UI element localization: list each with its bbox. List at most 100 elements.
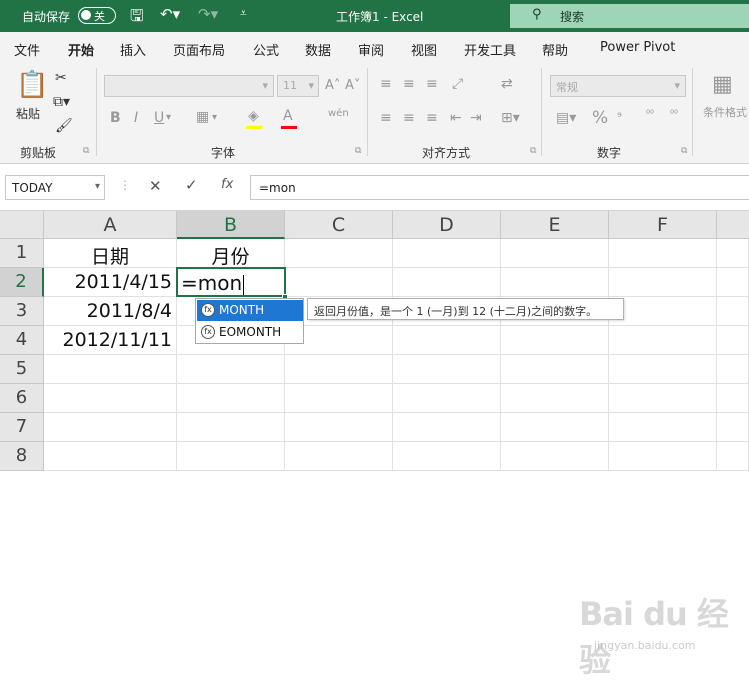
grid-cell[interactable] — [717, 442, 749, 471]
cell-a2[interactable]: 2011/4/15 — [44, 268, 177, 297]
paste-icon[interactable]: 📋 — [16, 70, 48, 100]
align-middle-icon[interactable]: ≡ — [403, 76, 415, 92]
insert-function-icon[interactable]: fx — [221, 177, 233, 192]
autocomplete-item-eomonth[interactable]: fx EOMONTH — [197, 322, 303, 343]
increase-decimal-icon[interactable]: ⁰⁰ — [646, 109, 654, 120]
tab-formulas[interactable]: 公式 — [253, 40, 279, 59]
phonetic-icon[interactable]: wén — [328, 108, 349, 119]
tab-insert[interactable]: 插入 — [120, 40, 146, 59]
column-header-a[interactable]: A — [44, 211, 177, 239]
tab-review[interactable]: 审阅 — [358, 40, 384, 59]
align-right-icon[interactable]: ≡ — [426, 110, 438, 126]
grid-cell[interactable] — [44, 384, 177, 413]
grid-cell[interactable] — [393, 355, 501, 384]
grid-cell[interactable] — [501, 326, 609, 355]
grid-cell[interactable] — [285, 413, 393, 442]
grid-cell[interactable] — [717, 268, 749, 297]
borders-icon[interactable]: ▦ — [196, 109, 209, 125]
bold-icon[interactable]: B — [110, 110, 121, 126]
grid-cell[interactable] — [501, 268, 609, 297]
number-launcher-icon[interactable]: ⧉ — [681, 146, 687, 156]
grid-cell[interactable] — [285, 442, 393, 471]
grid-cell[interactable] — [717, 326, 749, 355]
autosave-toggle[interactable]: 关 — [78, 7, 116, 24]
grid-cell[interactable] — [609, 413, 717, 442]
alignment-launcher-icon[interactable]: ⧉ — [530, 146, 536, 156]
orientation-icon[interactable]: ⤢ — [452, 76, 463, 92]
grid-cell[interactable] — [393, 268, 501, 297]
row-header-2[interactable]: 2 — [0, 268, 44, 297]
enter-icon[interactable]: ✓ — [185, 176, 198, 194]
grid-cell[interactable] — [717, 413, 749, 442]
drag-handle-icon[interactable]: ⋮ — [119, 178, 131, 192]
row-header-8[interactable]: 8 — [0, 442, 44, 471]
grid-cell[interactable] — [609, 326, 717, 355]
row-header-3[interactable]: 3 — [0, 297, 44, 326]
align-center-icon[interactable]: ≡ — [403, 110, 415, 126]
tab-view[interactable]: 视图 — [411, 40, 437, 59]
tab-home[interactable]: 开始 — [68, 40, 95, 65]
cell-a4[interactable]: 2012/11/11 — [44, 326, 177, 355]
tab-data[interactable]: 数据 — [305, 40, 331, 59]
chevron-down-icon[interactable]: ▾ — [212, 112, 217, 123]
grid-cell[interactable] — [393, 239, 501, 268]
grid-cell[interactable] — [609, 355, 717, 384]
row-header-6[interactable]: 6 — [0, 384, 44, 413]
undo-icon[interactable]: ↶▾ — [160, 5, 180, 23]
cut-icon[interactable]: ✂ — [55, 70, 67, 86]
decrease-indent-icon[interactable]: ⇤ — [450, 110, 462, 126]
grid-cell[interactable] — [501, 442, 609, 471]
merge-center-icon[interactable]: ⊞▾ — [501, 110, 520, 126]
grid-cell[interactable] — [609, 442, 717, 471]
grid-cell[interactable] — [44, 355, 177, 384]
formula-input[interactable]: =mon — [250, 175, 749, 200]
font-launcher-icon[interactable]: ⧉ — [355, 146, 361, 156]
grid-cell[interactable] — [717, 239, 749, 268]
cell-a3[interactable]: 2011/8/4 — [44, 297, 177, 326]
column-header-e[interactable]: E — [501, 211, 609, 239]
grid-cell[interactable] — [285, 384, 393, 413]
copy-icon[interactable]: ⧉▾ — [53, 94, 70, 110]
active-cell-b2[interactable]: =mon — [176, 267, 286, 297]
font-size-dropdown[interactable]: 11 ▾ — [277, 75, 319, 97]
accounting-format-icon[interactable]: ▤▾ — [556, 110, 576, 126]
align-left-icon[interactable]: ≡ — [380, 110, 392, 126]
grid-cell[interactable] — [285, 239, 393, 268]
grid-cell[interactable] — [285, 355, 393, 384]
grid-cell[interactable] — [177, 442, 285, 471]
column-header-c[interactable]: C — [285, 211, 393, 239]
decrease-font-icon[interactable]: A˅ — [345, 78, 360, 93]
name-box[interactable]: TODAY ▾ — [5, 175, 105, 200]
tab-page-layout[interactable]: 页面布局 — [173, 40, 225, 59]
grid-cell[interactable] — [717, 355, 749, 384]
increase-font-icon[interactable]: A˄ — [325, 78, 340, 93]
customize-toolbar-icon[interactable]: ⩡ — [240, 6, 247, 21]
number-format-dropdown[interactable]: 常规 ▾ — [550, 75, 686, 97]
grid-cell[interactable] — [44, 442, 177, 471]
column-header-d[interactable]: D — [393, 211, 501, 239]
align-bottom-icon[interactable]: ≡ — [426, 76, 438, 92]
comma-style-icon[interactable]: ⁹ — [617, 110, 622, 124]
row-header-4[interactable]: 4 — [0, 326, 44, 355]
italic-icon[interactable]: I — [134, 110, 138, 126]
grid-cell[interactable] — [393, 442, 501, 471]
grid-cell[interactable] — [177, 413, 285, 442]
increase-indent-icon[interactable]: ⇥ — [470, 110, 482, 126]
tab-help[interactable]: 帮助 — [542, 40, 568, 59]
save-icon[interactable]: 🖫 — [130, 5, 144, 32]
grid-cell[interactable] — [177, 355, 285, 384]
autocomplete-item-month[interactable]: fx MONTH — [197, 300, 303, 321]
chevron-down-icon[interactable]: ▾ — [166, 112, 171, 123]
tab-developer[interactable]: 开发工具 — [464, 40, 516, 59]
tab-file[interactable]: 文件 — [14, 40, 40, 59]
grid-cell[interactable] — [609, 297, 717, 326]
grid-cell[interactable] — [44, 413, 177, 442]
select-all-corner[interactable] — [0, 211, 44, 239]
grid-cell[interactable] — [393, 413, 501, 442]
tab-power-pivot[interactable]: Power Pivot — [600, 40, 675, 55]
align-top-icon[interactable]: ≡ — [380, 76, 392, 92]
conditional-format-label[interactable]: 条件格式 — [703, 104, 747, 120]
column-header-b[interactable]: B — [177, 211, 285, 239]
cell-a1[interactable]: 日期 — [44, 239, 177, 268]
grid-cell[interactable] — [393, 326, 501, 355]
